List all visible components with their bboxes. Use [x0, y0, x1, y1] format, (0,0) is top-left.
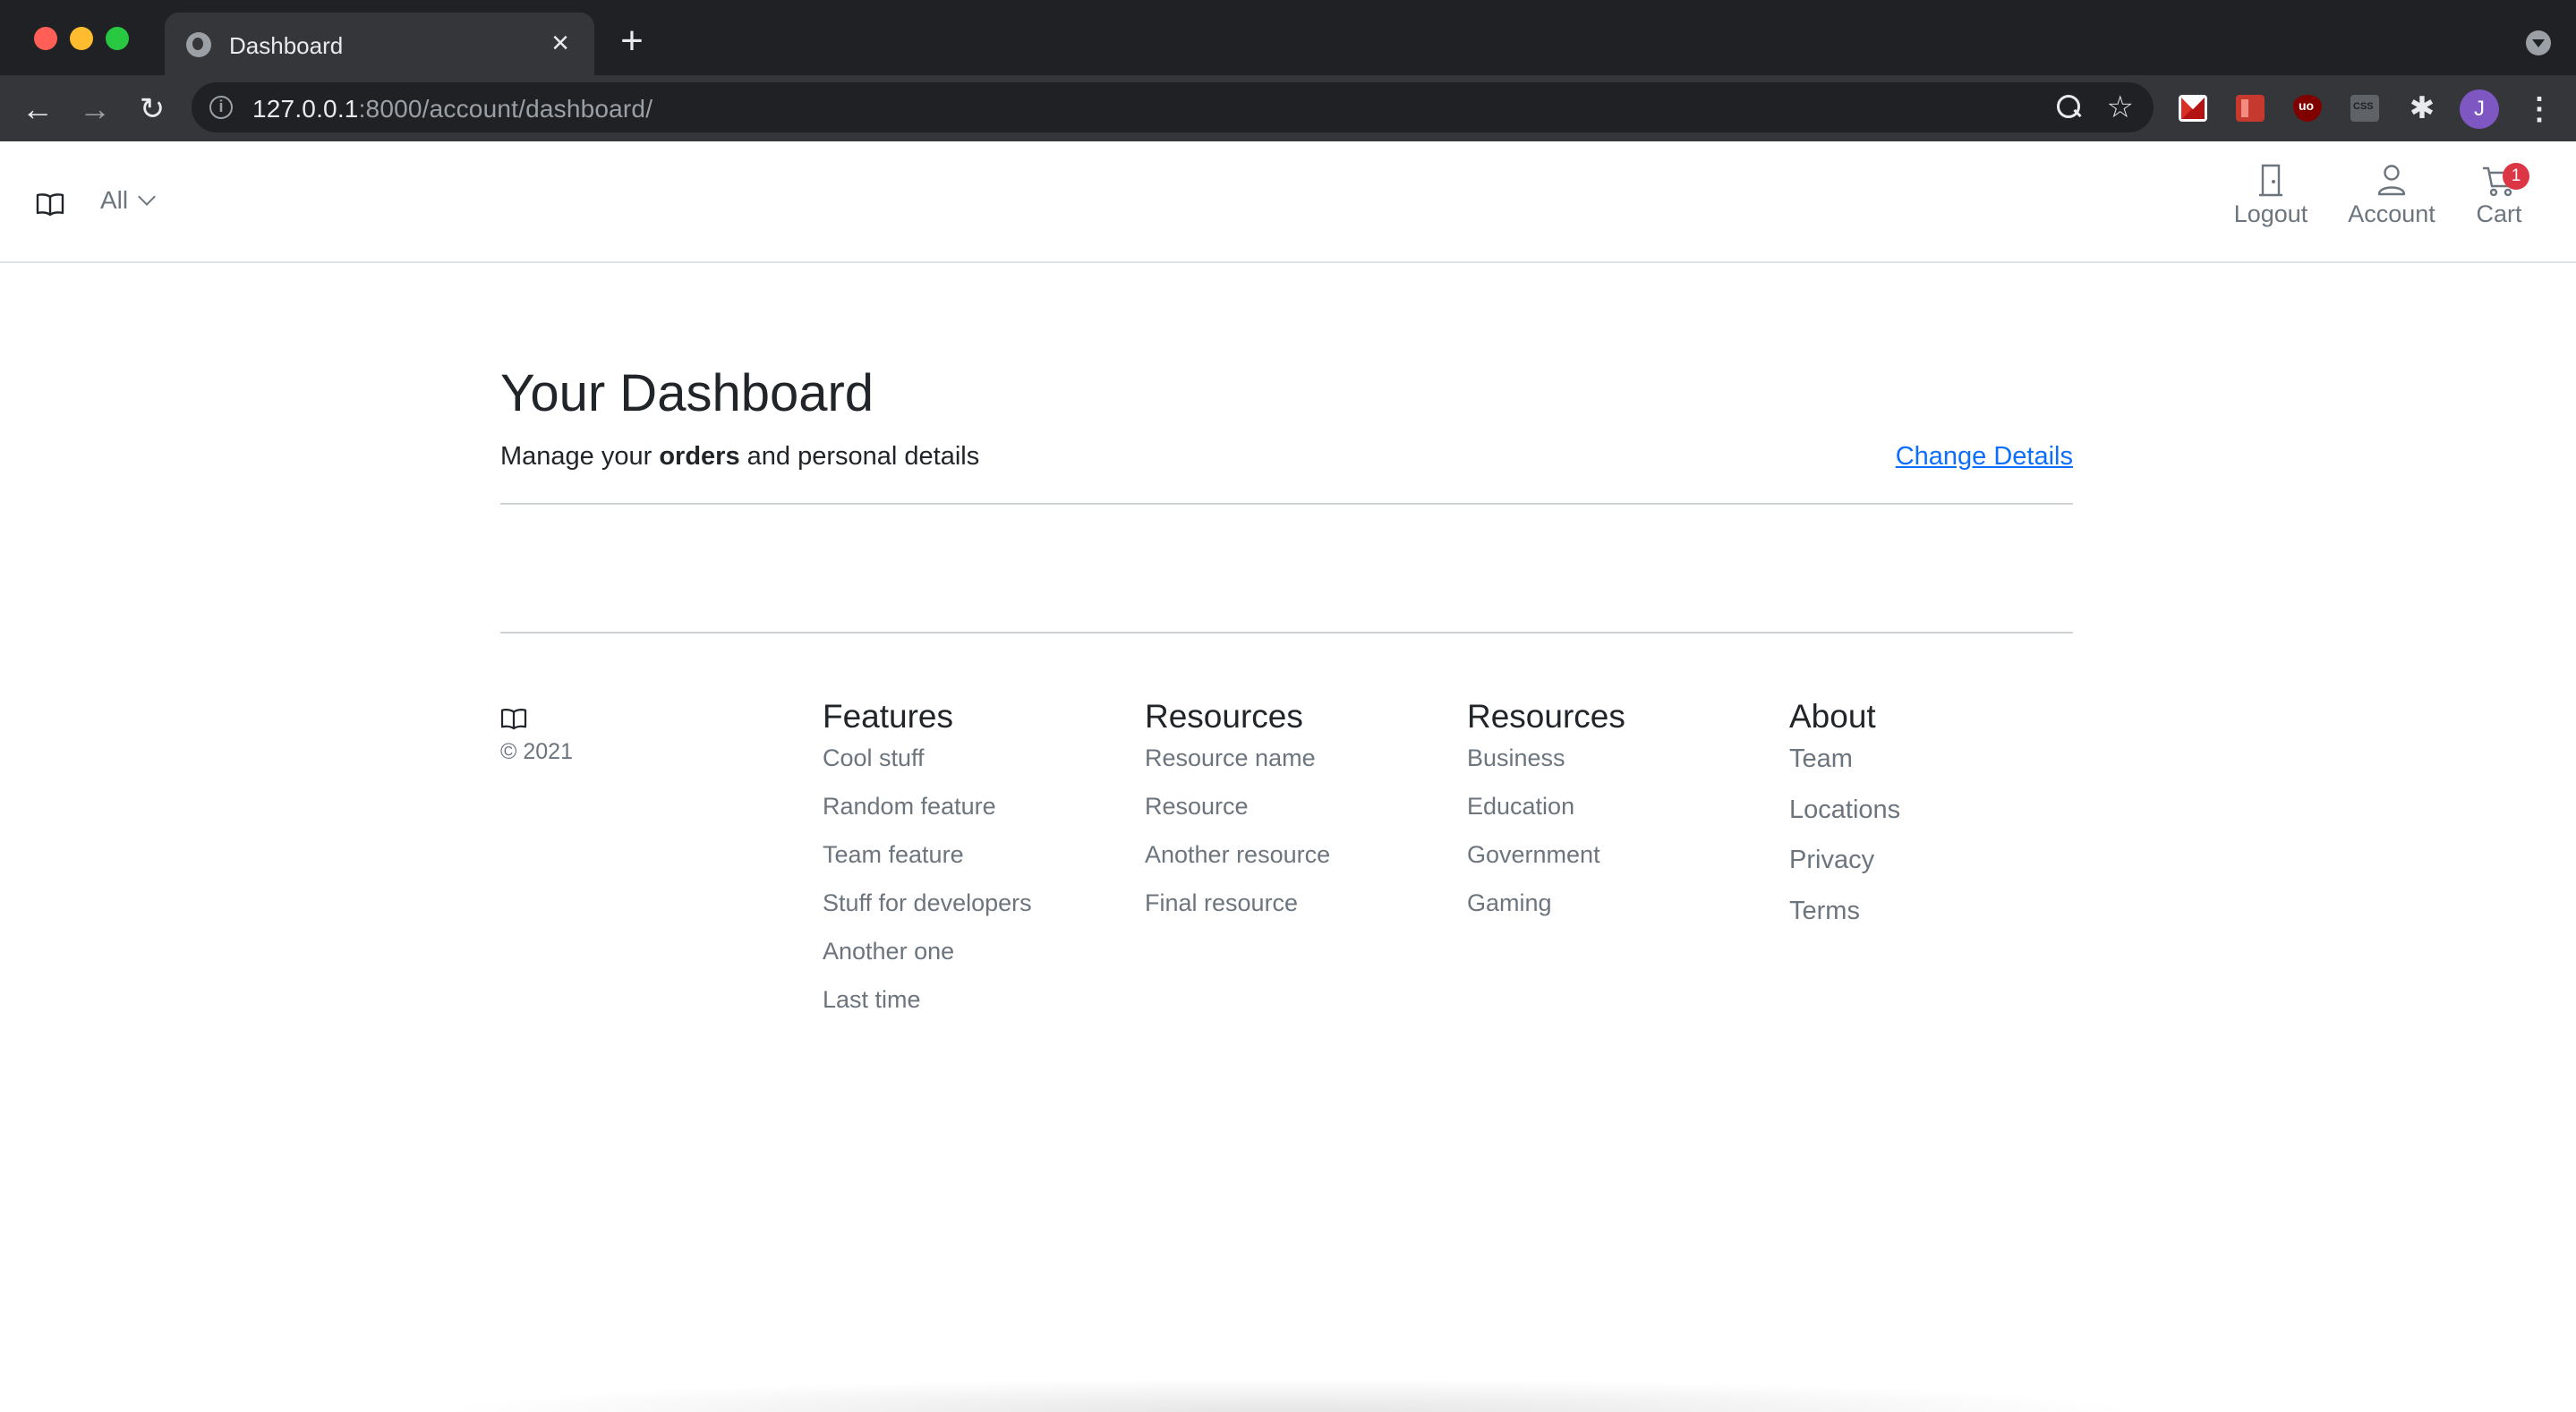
zoom-icon[interactable] — [2057, 95, 2082, 120]
footer-book-icon — [500, 707, 527, 735]
footer-link[interactable]: Education — [1467, 793, 1625, 841]
profile-avatar[interactable]: J — [2460, 89, 2499, 129]
page-subtitle: Manage your orders and personal details — [500, 442, 979, 472]
footer-column-title: Features — [823, 698, 954, 735]
divider — [500, 632, 2073, 634]
subtitle-before: Manage your — [500, 442, 660, 471]
logout-button[interactable]: Logout — [2222, 163, 2320, 228]
back-button[interactable]: ← — [20, 91, 55, 127]
url-host: 127.0.0.1 — [252, 95, 359, 123]
site-header: All Logout Account Cart 1 — [0, 141, 2576, 263]
subtitle-bold: orders — [659, 442, 740, 471]
css-extension-icon[interactable] — [2350, 95, 2379, 122]
footer-link[interactable]: Gaming — [1467, 889, 1625, 938]
url-path: :8000/account/dashboard/ — [358, 95, 653, 123]
subtitle-after: and personal details — [739, 442, 980, 471]
page-title: Your Dashboard — [500, 364, 874, 422]
footer-column-title: Resources — [1145, 698, 1303, 735]
footer-link[interactable]: Team feature — [823, 841, 1032, 889]
bookmark-extension-icon[interactable] — [2236, 95, 2265, 122]
footer-link[interactable]: Locations — [1789, 795, 1900, 846]
tab-title: Dashboard — [229, 32, 344, 59]
footer-link[interactable]: Final resource — [1145, 889, 1330, 938]
change-details-link[interactable]: Change Details — [1896, 442, 2073, 472]
window-close-button[interactable] — [34, 27, 57, 50]
window-zoom-button[interactable] — [106, 27, 129, 50]
chevron-down-icon — [138, 188, 157, 206]
browser-tab-strip: Dashboard × + — [0, 0, 2576, 75]
browser-menu-button[interactable]: ⋮ — [2524, 91, 2555, 127]
window-minimize-button[interactable] — [70, 27, 93, 50]
forward-button[interactable]: → — [77, 91, 113, 127]
footer-link[interactable]: Business — [1467, 744, 1625, 793]
account-button[interactable]: Account — [2340, 163, 2444, 228]
footer-column-about: About Team Locations Privacy Terms — [1789, 698, 1900, 947]
footer-column-title: About — [1789, 698, 1876, 735]
tab-search-button[interactable] — [2526, 30, 2551, 55]
gmail-extension-icon[interactable] — [2179, 95, 2207, 122]
footer-link[interactable]: Last time — [823, 986, 1032, 1034]
window-bottom-shadow — [430, 1378, 2148, 1412]
footer-column-resources-2: Resources Business Education Government … — [1467, 698, 1625, 938]
account-label: Account — [2348, 200, 2435, 227]
footer-link[interactable]: Team — [1789, 744, 1900, 795]
footer-link[interactable]: Resource — [1145, 793, 1330, 841]
footer-column-resources: Resources Resource name Resource Another… — [1145, 698, 1330, 938]
category-label: All — [100, 186, 129, 214]
logout-label: Logout — [2233, 200, 2308, 227]
person-icon — [2377, 165, 2406, 196]
site-info-icon[interactable]: i — [209, 96, 233, 119]
footer-link[interactable]: Privacy — [1789, 846, 1900, 897]
bookmark-star-icon[interactable]: ☆ — [2107, 89, 2134, 125]
footer-link[interactable]: Another one — [823, 938, 1032, 986]
copyright-text: © 2021 — [500, 739, 573, 764]
footer-column-features: Features Cool stuff Random feature Team … — [823, 698, 1032, 1034]
cart-button[interactable]: Cart 1 — [2463, 163, 2535, 228]
cart-label: Cart — [2476, 200, 2522, 227]
extensions-puzzle-icon[interactable]: ✱ — [2408, 93, 2436, 123]
footer-link[interactable]: Government — [1467, 841, 1625, 889]
reload-button[interactable]: ↻ — [134, 91, 170, 127]
footer-link[interactable]: Resource name — [1145, 744, 1330, 793]
url-text[interactable]: 127.0.0.1:8000/account/dashboard/ — [252, 95, 653, 123]
footer-link[interactable]: Random feature — [823, 793, 1032, 841]
new-tab-button[interactable]: + — [614, 21, 650, 61]
category-dropdown[interactable]: All — [100, 186, 157, 215]
book-icon[interactable] — [36, 191, 64, 217]
footer-link[interactable]: Another resource — [1145, 841, 1330, 889]
divider — [500, 503, 2073, 505]
cart-count-badge: 1 — [2503, 163, 2529, 190]
address-bar[interactable]: i 127.0.0.1:8000/account/dashboard/ ☆ — [192, 82, 2154, 132]
footer-column-title: Resources — [1467, 698, 1625, 735]
tab-close-button[interactable]: × — [544, 27, 576, 59]
footer-link[interactable]: Cool stuff — [823, 744, 1032, 793]
footer-link[interactable]: Terms — [1789, 897, 1900, 948]
globe-icon — [186, 32, 211, 57]
footer-link[interactable]: Stuff for developers — [823, 889, 1032, 938]
browser-tab-dashboard[interactable]: Dashboard × — [165, 13, 594, 75]
browser-toolbar: ← → ↻ i 127.0.0.1:8000/account/dashboard… — [0, 75, 2576, 141]
ublock-extension-icon[interactable] — [2293, 95, 2322, 122]
door-icon — [2259, 164, 2282, 197]
